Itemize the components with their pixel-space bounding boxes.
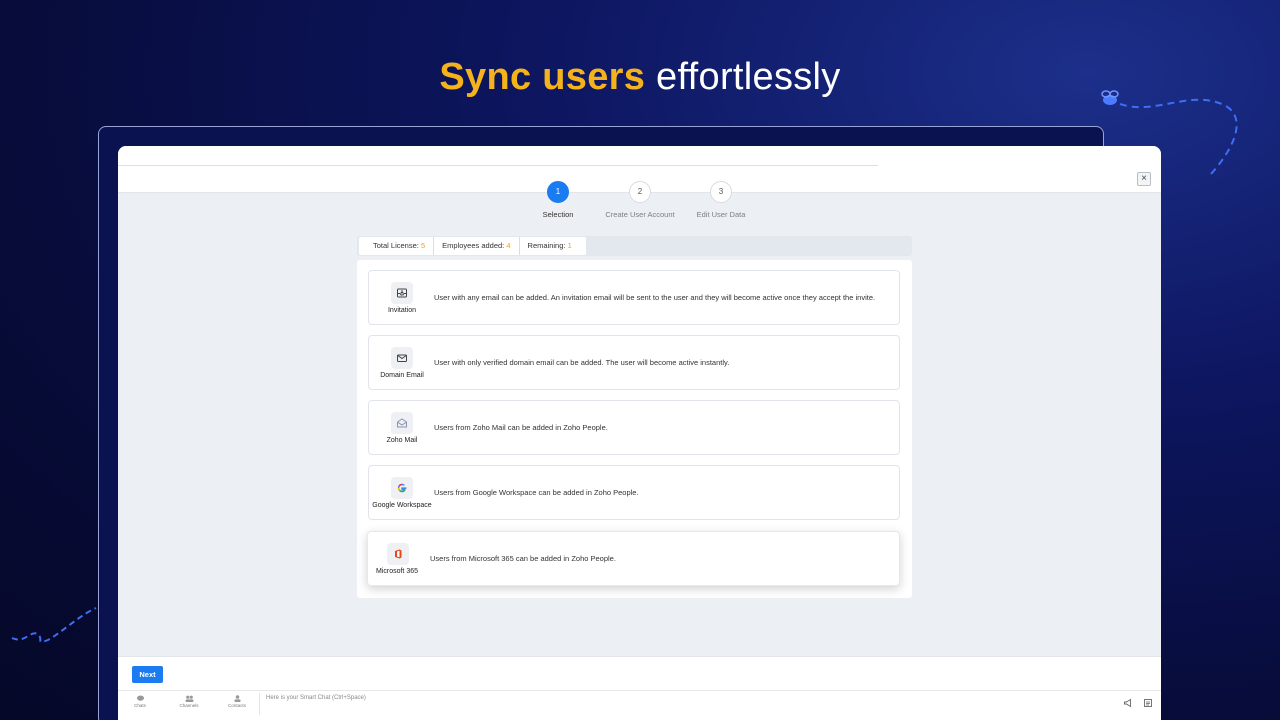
channels-icon <box>185 695 193 702</box>
headline: Sync users effortlessly <box>0 56 1280 99</box>
close-button[interactable]: × <box>1137 172 1151 186</box>
headline-accent: Sync users <box>439 56 646 98</box>
option-name: Google Workspace <box>372 502 432 509</box>
option-description: Users from Microsoft 365 can be added in… <box>430 554 616 563</box>
next-button[interactable]: Next <box>132 666 163 683</box>
option-domain-email[interactable]: Domain Email User with only verified dom… <box>368 335 900 390</box>
smart-chat-bar: Chats Channels Contacts Here is your Sma… <box>118 690 1161 720</box>
step-edit-user-data[interactable]: 3 Edit User Data <box>666 181 776 219</box>
stepper: 1 Selection 2 Create User Account 3 Edit… <box>518 181 758 221</box>
sync-options-panel: Invitation User with any email can be ad… <box>357 260 912 598</box>
option-description: User with only verified domain email can… <box>434 358 730 367</box>
option-description: User with any email can be added. An inv… <box>434 293 876 302</box>
total-license: Total License: 5 <box>365 237 435 255</box>
smart-chat-input[interactable]: Here is your Smart Chat (Ctrl+Space) <box>259 693 366 715</box>
step-number: 1 <box>547 181 569 203</box>
chat-tab-channels[interactable]: Channels <box>169 695 209 708</box>
megaphone-icon[interactable] <box>1123 695 1133 708</box>
google-icon <box>391 477 413 499</box>
chat-bubble-icon <box>136 695 144 701</box>
remaining-licenses: Remaining: 1 <box>527 241 572 250</box>
option-name: Zoho Mail <box>386 437 418 444</box>
inbox-icon <box>391 282 413 304</box>
license-summary: Total License: 5 Employees added: 4 Rema… <box>357 236 912 256</box>
chat-tab-contacts[interactable]: Contacts <box>217 695 257 708</box>
option-microsoft-365[interactable]: Microsoft 365 Users from Microsoft 365 c… <box>367 531 900 586</box>
dialog-footer: Next <box>118 656 1161 690</box>
headline-rest: effortlessly <box>645 56 841 98</box>
option-name: Invitation <box>387 307 417 314</box>
option-zoho-mail[interactable]: Zoho Mail Users from Zoho Mail can be ad… <box>368 400 900 455</box>
step-label: Edit User Data <box>696 210 746 219</box>
chat-tab-label: Chats <box>134 703 146 708</box>
option-name: Domain Email <box>380 372 424 379</box>
chat-tab-label: Contacts <box>228 703 246 708</box>
employees-added: Employees added: 4 <box>434 237 520 255</box>
step-number: 3 <box>710 181 732 203</box>
add-users-dialog: × 1 Selection 2 Create User Account 3 Ed… <box>118 146 1161 720</box>
option-description: Users from Google Workspace can be added… <box>434 488 639 497</box>
microsoft-365-icon <box>387 543 409 565</box>
chat-tab-label: Channels <box>179 703 199 708</box>
mail-icon <box>391 347 413 369</box>
option-name: Microsoft 365 <box>375 568 419 575</box>
option-google-workspace[interactable]: Google Workspace Users from Google Works… <box>368 465 900 520</box>
chat-tab-chats[interactable]: Chats <box>120 695 160 708</box>
step-number: 2 <box>629 181 651 203</box>
option-invitation[interactable]: Invitation User with any email can be ad… <box>368 270 900 325</box>
dashed-squiggle-icon <box>11 607 97 644</box>
contact-icon <box>233 695 241 702</box>
zoho-mail-icon <box>391 412 413 434</box>
list-icon[interactable] <box>1143 695 1153 707</box>
option-description: Users from Zoho Mail can be added in Zoh… <box>434 423 608 432</box>
